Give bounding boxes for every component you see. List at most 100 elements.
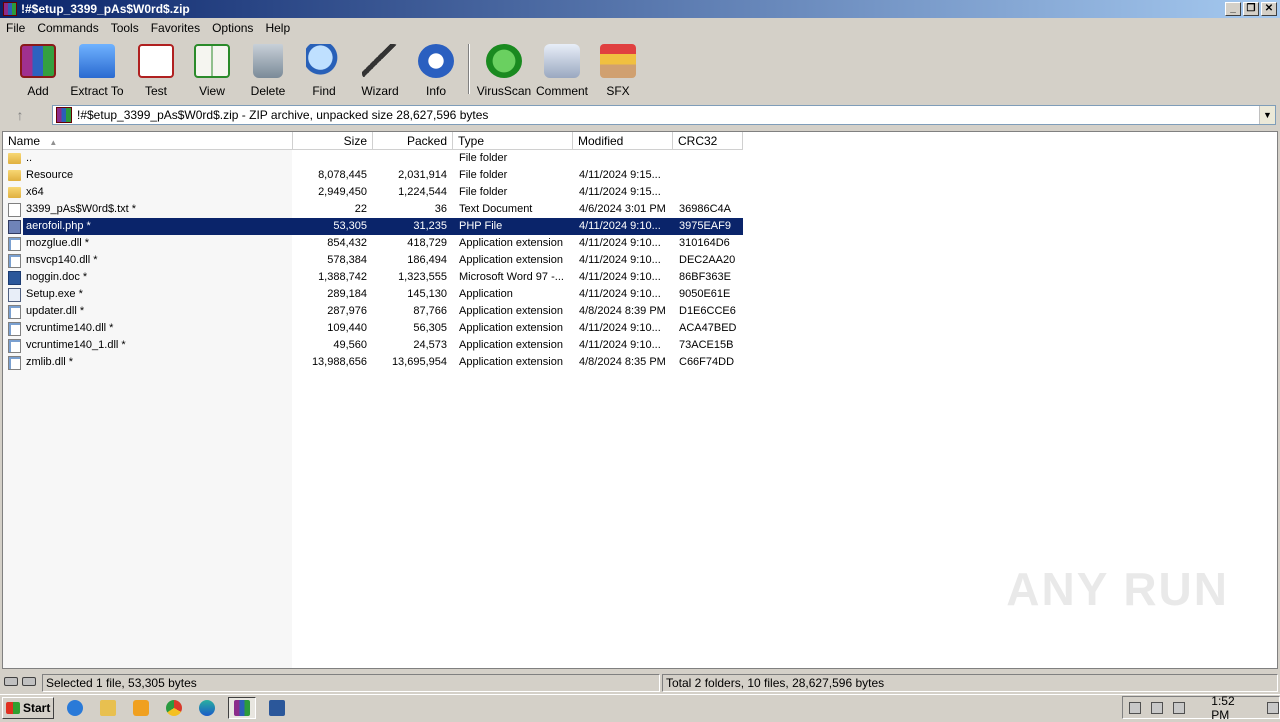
file-row[interactable]: mozglue.dll * 854,432 418,729 Application e… <box>3 235 743 252</box>
internet-explorer-icon <box>67 699 83 716</box>
restore-button[interactable]: ❐ <box>1243 2 1259 16</box>
winrar-taskbar-button[interactable] <box>228 696 256 719</box>
add-archive-icon <box>20 44 56 78</box>
file-row[interactable]: updater.dll * 287,976 87,766 Application ex… <box>3 303 743 320</box>
sfx-button[interactable]: SFX <box>590 40 646 98</box>
file-row[interactable]: Resource 8,078,445 2,031,914 File folder 4/1… <box>3 167 743 184</box>
dll-icon <box>8 236 21 251</box>
winrar-icon <box>234 699 250 716</box>
media-player-button[interactable] <box>129 697 153 719</box>
find-button[interactable]: Find <box>296 40 352 98</box>
winrar-app-icon[interactable] <box>3 2 17 16</box>
file-name-cell: vcruntime140_1.dll * <box>3 337 293 354</box>
start-button[interactable]: Start <box>2 696 54 719</box>
file-size: 2,949,450 <box>318 186 367 198</box>
menu-help[interactable]: Help <box>259 21 296 35</box>
chrome-icon <box>166 699 182 716</box>
action-center-flag-icon[interactable] <box>1173 701 1186 714</box>
sfx-label: SFX <box>606 84 630 98</box>
file-row[interactable]: x64 2,949,450 1,224,544 File folder 4/11/202… <box>3 184 743 201</box>
file-size: 8,078,445 <box>318 169 367 181</box>
file-name-cell: updater.dll * <box>3 303 293 320</box>
zip-archive-icon <box>56 107 72 123</box>
menu-file[interactable]: File <box>0 21 31 35</box>
key-icon <box>22 677 36 686</box>
column-type[interactable]: Type <box>453 132 573 150</box>
archive-path-field[interactable]: !#$etup_3399_pAs$W0rd$.zip - ZIP archive… <box>52 105 1276 125</box>
menu-options[interactable]: Options <box>206 21 259 35</box>
chrome-button[interactable] <box>162 697 186 719</box>
file-crc32 <box>673 167 743 184</box>
view-button[interactable]: View <box>184 40 240 98</box>
up-arrow-icon[interactable]: ↑ <box>0 107 40 123</box>
ie-button[interactable] <box>63 697 87 719</box>
status-total: Total 2 folders, 10 files, 28,627,596 by… <box>662 674 1278 692</box>
column-modified[interactable]: Modified <box>573 132 673 150</box>
wizard-button[interactable]: Wizard <box>352 40 408 98</box>
test-button[interactable]: Test <box>128 40 184 98</box>
extract-to-button[interactable]: Extract To <box>66 40 128 98</box>
file-name: noggin.doc * <box>26 271 88 283</box>
file-name-cell: msvcp140.dll * <box>3 252 293 269</box>
word-button[interactable] <box>265 697 289 719</box>
file-size: 289,184 <box>327 288 367 300</box>
file-name: .. <box>26 152 33 164</box>
file-type: File folder <box>459 186 508 198</box>
file-row[interactable]: .. File folder <box>3 150 743 167</box>
menu-favorites[interactable]: Favorites <box>145 21 206 35</box>
info-button[interactable]: Info <box>408 40 464 98</box>
file-packed: 186,494 <box>407 254 447 266</box>
column-crc32[interactable]: CRC32 <box>673 132 743 150</box>
virusscan-button[interactable]: VirusScan <box>474 40 534 98</box>
file-row[interactable]: zmlib.dll * 13,988,656 13,695,954 Applicati… <box>3 354 743 371</box>
status-selection: Selected 1 file, 53,305 bytes <box>42 674 660 692</box>
file-modified: 4/11/2024 9:15... <box>579 169 661 181</box>
menu-tools[interactable]: Tools <box>105 21 145 35</box>
wizard-label: Wizard <box>361 84 399 98</box>
chevron-down-icon[interactable]: ▼ <box>1259 106 1275 124</box>
start-label: Start <box>23 700 51 715</box>
edge-button[interactable] <box>195 697 219 719</box>
file-row[interactable]: vcruntime140_1.dll * 49,560 24,573 Applicat… <box>3 337 743 354</box>
file-row[interactable]: aerofoil.php * 53,305 31,235 PHP File 4/11/2… <box>3 218 743 235</box>
file-name: zmlib.dll * <box>26 356 74 368</box>
file-modified: 4/11/2024 9:10... <box>573 218 673 235</box>
file-modified: 4/6/2024 3:01 PM <box>579 203 666 215</box>
volume-icon[interactable] <box>1129 701 1142 714</box>
column-packed[interactable]: Packed <box>373 132 453 150</box>
clock[interactable]: 1:52 PM <box>1211 694 1249 722</box>
network-icon[interactable] <box>1151 701 1164 714</box>
column-size[interactable]: Size <box>293 132 373 150</box>
dll-icon <box>8 355 21 370</box>
file-row[interactable]: Setup.exe * 289,184 145,130 Application 4/11… <box>3 286 743 303</box>
system-tray: 1:52 PM <box>1122 694 1280 722</box>
delete-button[interactable]: Delete <box>240 40 296 98</box>
file-packed <box>373 150 453 167</box>
minimize-button[interactable]: _ <box>1225 2 1241 16</box>
sort-ascending-icon: ▲ <box>49 138 58 147</box>
close-button[interactable]: ✕ <box>1261 2 1277 16</box>
comment-icon <box>544 44 580 78</box>
drive-icons[interactable] <box>4 677 36 686</box>
menu-commands[interactable]: Commands <box>31 21 104 35</box>
file-type: File folder <box>459 152 508 164</box>
file-name-cell: zmlib.dll * <box>3 354 293 371</box>
comment-button[interactable]: Comment <box>534 40 590 98</box>
info-label: Info <box>425 84 446 98</box>
file-modified: 4/11/2024 9:15... <box>579 186 661 198</box>
file-row[interactable]: msvcp140.dll * 578,384 186,494 Application … <box>3 252 743 269</box>
file-modified: 4/11/2024 9:10... <box>579 339 661 351</box>
add-button[interactable]: Add <box>10 40 66 98</box>
explorer-button[interactable] <box>96 697 120 719</box>
file-size: 13,988,656 <box>311 356 367 368</box>
show-desktop-icon[interactable] <box>1266 701 1279 714</box>
file-modified: 4/11/2024 9:10... <box>579 322 661 334</box>
file-row[interactable]: 3399_pAs$W0rd$.txt * 22 36 Text Document 4/6… <box>3 201 743 218</box>
taskbar: Start 1:52 PM <box>0 694 1280 722</box>
column-name[interactable]: Name ▲ <box>3 132 293 150</box>
file-row[interactable]: noggin.doc * 1,388,742 1,323,555 Microsoft … <box>3 269 743 286</box>
file-packed: 145,130 <box>407 288 447 300</box>
file-name-cell: 3399_pAs$W0rd$.txt * <box>3 201 293 218</box>
column-name-label: Name <box>8 134 41 148</box>
file-row[interactable]: vcruntime140.dll * 109,440 56,305 Applicati… <box>3 320 743 337</box>
